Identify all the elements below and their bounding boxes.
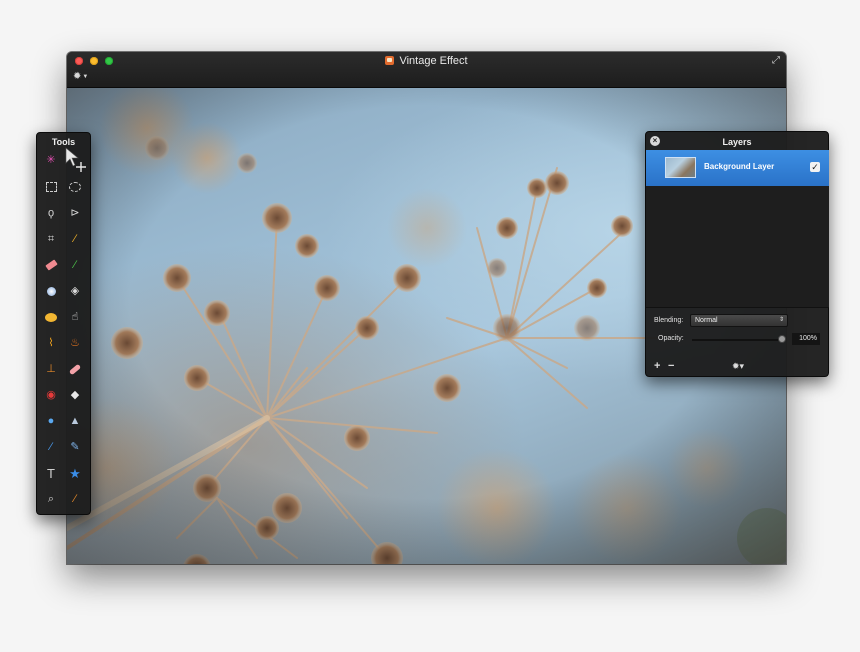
brush-icon[interactable]: ⌇ xyxy=(40,332,62,354)
rect-select-icon[interactable] xyxy=(40,176,62,198)
layers-footer: + − ✹▾ xyxy=(646,356,829,377)
drop-icon[interactable]: ● xyxy=(40,410,62,432)
layers-panel: × Layers Background Layer ✓ Blending: No… xyxy=(645,131,829,377)
layer-thumbnail xyxy=(665,157,696,178)
shape-star-icon[interactable]: ★ xyxy=(64,462,86,484)
blur-icon[interactable] xyxy=(40,280,62,302)
layer-row-background[interactable]: Background Layer ✓ xyxy=(646,150,829,186)
tools-panel-title: Tools xyxy=(51,137,76,147)
chevron-down-icon: ▼ xyxy=(82,74,89,80)
color-picker-icon[interactable]: ∕ xyxy=(64,488,86,510)
remove-layer-button[interactable]: − xyxy=(668,360,674,372)
lasso-icon[interactable]: ϙ xyxy=(40,202,62,224)
burn-icon[interactable]: ♨ xyxy=(64,332,86,354)
fullscreen-icon[interactable]: ⤢ xyxy=(770,55,782,67)
window-title-text: Vintage Effect xyxy=(399,55,468,67)
settings-menu-button[interactable]: ✹▼ xyxy=(73,71,88,83)
blending-value: Normal xyxy=(695,317,718,324)
eraser-icon[interactable] xyxy=(40,254,62,276)
opacity-slider-knob[interactable] xyxy=(778,335,786,343)
eyedropper-icon[interactable]: ∕ xyxy=(64,228,86,250)
blending-select[interactable]: Normal ⇕ xyxy=(690,314,788,327)
add-layer-button[interactable]: + xyxy=(654,360,660,372)
bucket-icon[interactable]: ◆ xyxy=(64,384,86,406)
gradient-icon[interactable]: ▲ xyxy=(64,410,86,432)
layer-visibility-checkbox[interactable]: ✓ xyxy=(810,162,820,172)
gear-icon: ✹ xyxy=(73,71,82,82)
red-eye-icon[interactable]: ◉ xyxy=(40,384,62,406)
layer-settings-button[interactable]: ✹▾ xyxy=(732,360,744,372)
layer-name: Background Layer xyxy=(704,162,775,171)
zoom-icon[interactable]: ⌕ xyxy=(40,488,62,510)
updown-arrows-icon: ⇕ xyxy=(778,317,784,323)
text-icon[interactable]: T xyxy=(40,462,62,484)
sponge-icon[interactable] xyxy=(40,306,62,328)
ellipse-select-icon[interactable] xyxy=(64,176,86,198)
pen-vector-icon[interactable]: ✎ xyxy=(64,436,86,458)
document-icon xyxy=(385,56,395,65)
window-title: Vintage Effect xyxy=(67,55,786,68)
sharpen-icon[interactable]: ◈ xyxy=(64,280,86,302)
bandage-icon[interactable] xyxy=(64,358,86,380)
opacity-label: Opacity: xyxy=(658,335,684,342)
move-icon[interactable] xyxy=(64,147,86,172)
layers-list[interactable] xyxy=(646,186,829,308)
blending-label: Blending: xyxy=(654,317,684,324)
pencil-icon[interactable]: ∕ xyxy=(64,254,86,276)
polygon-lasso-icon[interactable]: ⊳ xyxy=(64,202,86,224)
smudge-icon[interactable]: ☝ xyxy=(64,306,86,328)
tools-panel: Tools ✳ ϙ ⊳ ⌗ ∕ ∕ ◈ ☝ ⌇ ♨ ⊥ ◉ ◆ ● ▲ ∕ ✎ … xyxy=(36,132,91,515)
title-bar[interactable]: Vintage Effect ⤢ ✹▼ xyxy=(67,52,786,88)
layers-panel-title: Layers xyxy=(722,137,752,147)
opacity-slider[interactable] xyxy=(692,339,786,341)
stamp-icon[interactable]: ⊥ xyxy=(40,358,62,380)
opacity-value[interactable]: 100% xyxy=(792,333,820,345)
magic-select-icon[interactable]: ✳ xyxy=(40,149,62,171)
pen-icon[interactable]: ∕ xyxy=(40,436,62,458)
crop-icon[interactable]: ⌗ xyxy=(40,228,62,250)
move-cursor-icon xyxy=(65,147,86,172)
